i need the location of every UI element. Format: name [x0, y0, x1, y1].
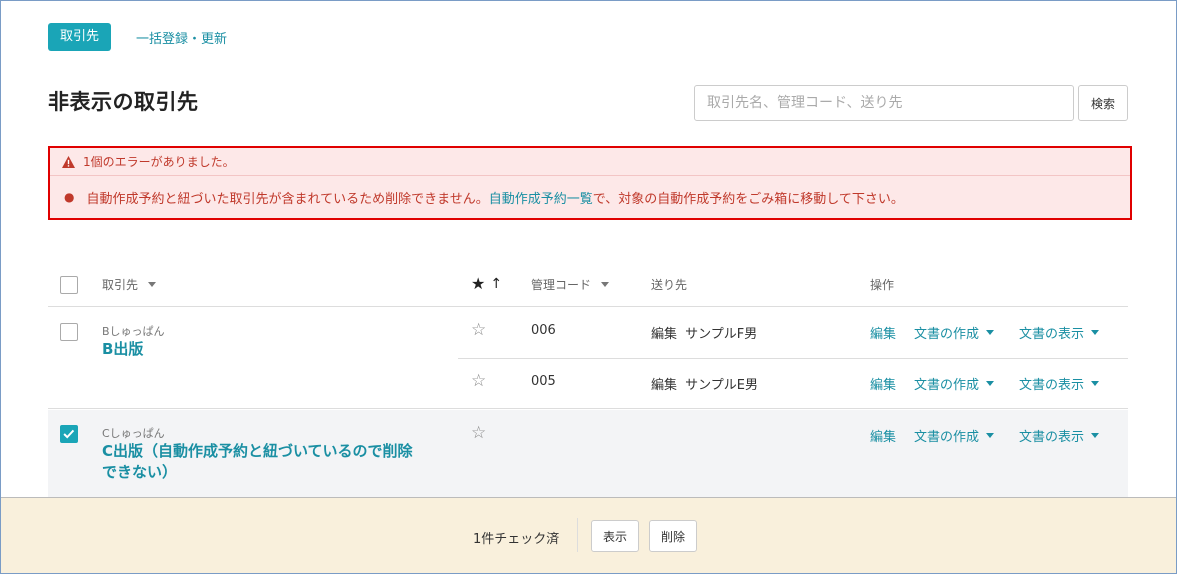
- row-checkbox[interactable]: [60, 323, 78, 341]
- row-checkbox-checked[interactable]: [60, 425, 78, 443]
- caret-down-icon: [601, 282, 610, 287]
- caret-down-icon: [1091, 330, 1100, 335]
- create-document-dropdown[interactable]: 文書の作成: [914, 323, 995, 342]
- code-cell: 006: [531, 323, 556, 338]
- caret-down-icon: [148, 282, 157, 287]
- view-document-dropdown[interactable]: 文書の表示: [1019, 323, 1100, 342]
- caret-down-icon: [986, 433, 995, 438]
- client-kana: Cしゅっぱん: [102, 427, 165, 440]
- edit-link[interactable]: 編集: [870, 426, 896, 445]
- delete-button[interactable]: 削除: [649, 520, 698, 552]
- client-name-link[interactable]: B出版: [102, 339, 143, 360]
- column-actions-header: 操作: [870, 276, 894, 293]
- star-filled-icon: ★: [471, 274, 486, 293]
- sort-arrow-up-icon: ↑: [490, 275, 503, 292]
- table-header: 取引先 ★ ↑ 管理コード 送り先 操作: [48, 260, 1128, 307]
- destination-edit-label: 編集: [651, 327, 678, 342]
- select-all-checkbox[interactable]: [60, 276, 78, 294]
- error-alert: 1個のエラーがありました。 ● 自動作成予約と紐づいた取引先が含まれているため削…: [48, 146, 1132, 220]
- destination-cell: 編集 サンプルF男: [651, 323, 757, 342]
- caret-down-icon: [1091, 433, 1100, 438]
- view-document-dropdown[interactable]: 文書の表示: [1019, 426, 1100, 445]
- view-document-dropdown[interactable]: 文書の表示: [1019, 374, 1100, 393]
- error-header: 1個のエラーがありました。: [50, 148, 1130, 176]
- column-name-header[interactable]: 取引先: [102, 276, 157, 293]
- client-name-link[interactable]: C出版（自動作成予約と紐づいているので削除 できない）: [102, 441, 413, 483]
- create-document-dropdown[interactable]: 文書の作成: [914, 374, 995, 393]
- edit-link[interactable]: 編集: [870, 323, 896, 342]
- tab-bar: 取引先 一括登録・更新: [48, 23, 227, 51]
- column-star-header[interactable]: ★ ↑: [471, 274, 502, 293]
- star-outline-icon[interactable]: ☆: [471, 322, 486, 339]
- star-outline-icon[interactable]: ☆: [471, 425, 486, 442]
- destination-cell: 編集 サンプルE男: [651, 374, 758, 393]
- destination-name: サンプルF男: [685, 327, 758, 342]
- error-header-text: 1個のエラーがありました。: [83, 155, 235, 169]
- tab-bulk-register[interactable]: 一括登録・更新: [136, 28, 227, 47]
- tab-clients[interactable]: 取引先: [48, 23, 112, 51]
- error-message-text: 自動作成予約と紐づいた取引先が含まれているため削除できません。: [86, 191, 489, 207]
- footer-divider: [577, 518, 578, 552]
- caret-down-icon: [986, 381, 995, 386]
- column-actions-label: 操作: [870, 278, 895, 292]
- bulk-action-bar: 1件チェック済 表示 削除: [0, 497, 1177, 574]
- error-message: ● 自動作成予約と紐づいた取引先が含まれているため削除できません。 自動作成予約一…: [50, 176, 1130, 218]
- code-cell: 005: [531, 374, 556, 389]
- page-title: 非表示の取引先: [48, 90, 199, 114]
- destination-edit-label: 編集: [651, 378, 678, 393]
- caret-down-icon: [986, 330, 995, 335]
- caret-down-icon: [1091, 381, 1100, 386]
- edit-link[interactable]: 編集: [870, 374, 896, 393]
- destination-name: サンプルE男: [685, 378, 758, 393]
- client-name-line2: できない）: [102, 463, 178, 481]
- create-document-label: 文書の作成: [914, 378, 980, 393]
- auto-create-list-link[interactable]: 自動作成予約一覧: [489, 188, 593, 207]
- star-outline-icon[interactable]: ☆: [471, 373, 486, 390]
- column-code-header[interactable]: 管理コード: [531, 276, 610, 293]
- column-name-label: 取引先: [102, 278, 139, 292]
- client-name-line1: C出版（自動作成予約と紐づいているので削除: [102, 442, 413, 460]
- warning-icon: [62, 155, 75, 168]
- view-document-label: 文書の表示: [1019, 327, 1085, 342]
- view-document-label: 文書の表示: [1019, 378, 1085, 393]
- error-message-tail: で、対象の自動作成予約をごみ箱に移動して下さい。: [592, 191, 904, 207]
- view-document-label: 文書の表示: [1019, 430, 1085, 445]
- subrow-divider: [458, 358, 1128, 359]
- create-document-label: 文書の作成: [914, 430, 980, 445]
- client-kana: Bしゅっぱん: [102, 325, 165, 338]
- table-row-selected: Cしゅっぱん C出版（自動作成予約と紐づいているので削除 できない） ☆ 編集 …: [48, 410, 1128, 500]
- show-button[interactable]: 表示: [591, 520, 640, 552]
- search-button[interactable]: 検索: [1078, 85, 1128, 121]
- search-input[interactable]: [694, 85, 1074, 121]
- check-icon: [63, 429, 75, 439]
- column-destination-header: 送り先: [651, 276, 687, 293]
- column-destination-label: 送り先: [651, 278, 688, 292]
- create-document-label: 文書の作成: [914, 327, 980, 342]
- bullet-icon: ●: [64, 190, 75, 204]
- column-code-label: 管理コード: [531, 278, 592, 292]
- table-row: Bしゅっぱん B出版 ☆ 006 編集 サンプルF男 編集 文書の作成 文書の表…: [48, 308, 1128, 409]
- create-document-dropdown[interactable]: 文書の作成: [914, 426, 995, 445]
- checked-count: 1件チェック済: [473, 532, 560, 547]
